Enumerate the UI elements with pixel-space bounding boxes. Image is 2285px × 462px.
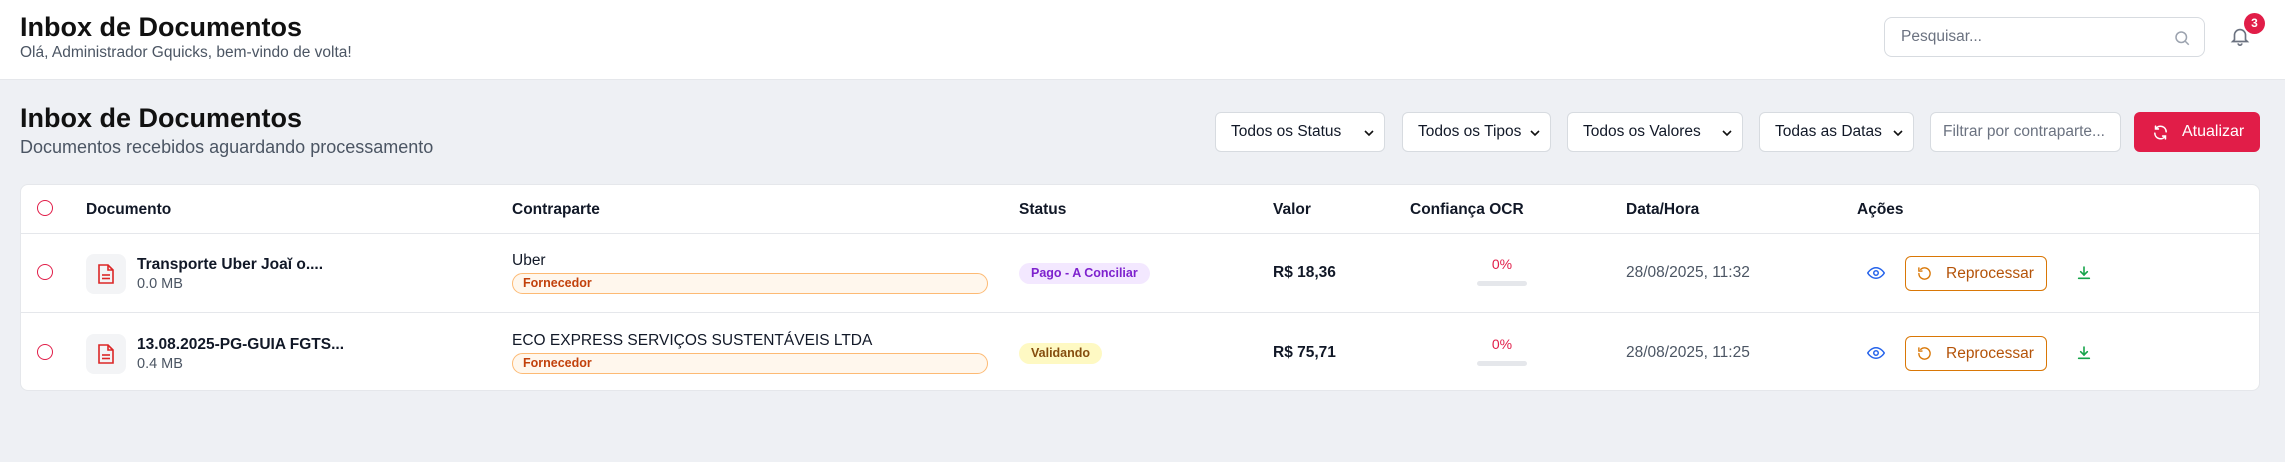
ocr-confidence-bar	[1477, 281, 1527, 286]
search-icon	[2175, 31, 2190, 46]
document-size: 0.0 MB	[137, 276, 183, 292]
type-filter-select[interactable]: Todos os Tipos	[1402, 112, 1551, 152]
counterparty-type-badge: Fornecedor	[512, 273, 988, 294]
chevron-down-icon	[1364, 130, 1374, 137]
page-title: Inbox de Documentos	[20, 103, 303, 133]
reprocess-button[interactable]: Reprocessar	[1905, 256, 2047, 291]
document-name[interactable]: Transporte Uber Joaĭ o....	[137, 256, 323, 274]
table-header: Documento Contraparte Status Valor Confi…	[21, 185, 2259, 234]
pdf-file-icon	[86, 334, 126, 374]
column-header-actions: Ações	[1857, 201, 1904, 218]
eye-icon[interactable]	[1867, 266, 1885, 280]
top-bar: Inbox de Documentos Olá, Administrador G…	[0, 0, 2285, 80]
app-title: Inbox de Documentos	[20, 12, 303, 42]
type-filter-value: Todos os Tipos	[1418, 123, 1522, 140]
search-input[interactable]	[1901, 27, 2161, 47]
rotate-icon	[1918, 267, 1931, 280]
row-select-radio[interactable]	[37, 344, 53, 360]
rotate-icon	[1918, 347, 1931, 360]
date-filter-select[interactable]: Todas as Datas	[1759, 112, 1914, 152]
document-datetime: 28/08/2025, 11:25	[1626, 344, 1750, 361]
column-header-status[interactable]: Status	[1019, 201, 1066, 219]
document-datetime: 28/08/2025, 11:32	[1626, 264, 1750, 281]
refresh-icon	[2154, 125, 2167, 140]
chevron-down-icon	[1530, 130, 1540, 137]
document-name[interactable]: 13.08.2025-PG-GUIA FGTS...	[137, 336, 344, 354]
counterparty-filter-input[interactable]	[1943, 122, 2113, 142]
page-subtitle: Documentos recebidos aguardando processa…	[20, 137, 434, 157]
table-row[interactable]: Transporte Uber Joaĭ o.... 0.0 MB Uber F…	[21, 234, 2259, 313]
refresh-button-label: Atualizar	[2182, 123, 2245, 140]
chevron-down-icon	[1893, 130, 1903, 137]
reprocess-button-label: Reprocessar	[1946, 345, 2034, 362]
eye-icon[interactable]	[1867, 346, 1885, 360]
documents-table: Documento Contraparte Status Valor Confi…	[20, 184, 2260, 391]
counterparty-name: Uber	[512, 252, 546, 269]
select-all-radio[interactable]	[37, 200, 53, 216]
column-header-datetime[interactable]: Data/Hora	[1626, 201, 1699, 219]
row-select-radio[interactable]	[37, 264, 53, 280]
chevron-down-icon	[1722, 130, 1732, 137]
counterparty-name: ECO EXPRESS SERVIÇOS SUSTENTÁVEIS LTDA	[512, 332, 873, 349]
column-header-ocr-confidence[interactable]: Confiança OCR	[1410, 201, 1524, 219]
table-row[interactable]: 13.08.2025-PG-GUIA FGTS... 0.4 MB ECO EX…	[21, 314, 2259, 393]
greeting-text: Olá, Administrador Gquicks, bem-vindo de…	[20, 44, 352, 61]
column-header-counterparty[interactable]: Contraparte	[512, 201, 600, 219]
value-filter-value: Todos os Valores	[1583, 123, 1701, 140]
ocr-confidence-text: 0%	[1491, 256, 1513, 272]
column-header-document[interactable]: Documento	[86, 201, 171, 219]
document-value: R$ 75,71	[1273, 344, 1336, 361]
counterparty-filter[interactable]	[1930, 112, 2121, 152]
status-filter-value: Todos os Status	[1231, 123, 1342, 140]
pdf-file-icon	[86, 254, 126, 294]
reprocess-button[interactable]: Reprocessar	[1905, 336, 2047, 371]
status-badge: Validando	[1019, 343, 1103, 364]
download-icon[interactable]	[2076, 345, 2092, 361]
download-icon[interactable]	[2076, 265, 2092, 281]
ocr-confidence-text: 0%	[1491, 336, 1513, 352]
date-filter-value: Todas as Datas	[1775, 123, 1882, 140]
refresh-button[interactable]: Atualizar	[2134, 112, 2260, 152]
document-size: 0.4 MB	[137, 356, 183, 372]
counterparty-type-badge: Fornecedor	[512, 353, 988, 374]
ocr-confidence-bar	[1477, 361, 1527, 366]
reprocess-button-label: Reprocessar	[1946, 265, 2034, 282]
document-value: R$ 18,36	[1273, 264, 1336, 281]
status-filter-select[interactable]: Todos os Status	[1215, 112, 1385, 152]
value-filter-select[interactable]: Todos os Valores	[1567, 112, 1743, 152]
column-header-value[interactable]: Valor	[1273, 201, 1311, 219]
notification-badge: 3	[2244, 13, 2265, 34]
status-badge: Pago - A Conciliar	[1019, 263, 1150, 284]
global-search[interactable]	[1884, 17, 2205, 57]
